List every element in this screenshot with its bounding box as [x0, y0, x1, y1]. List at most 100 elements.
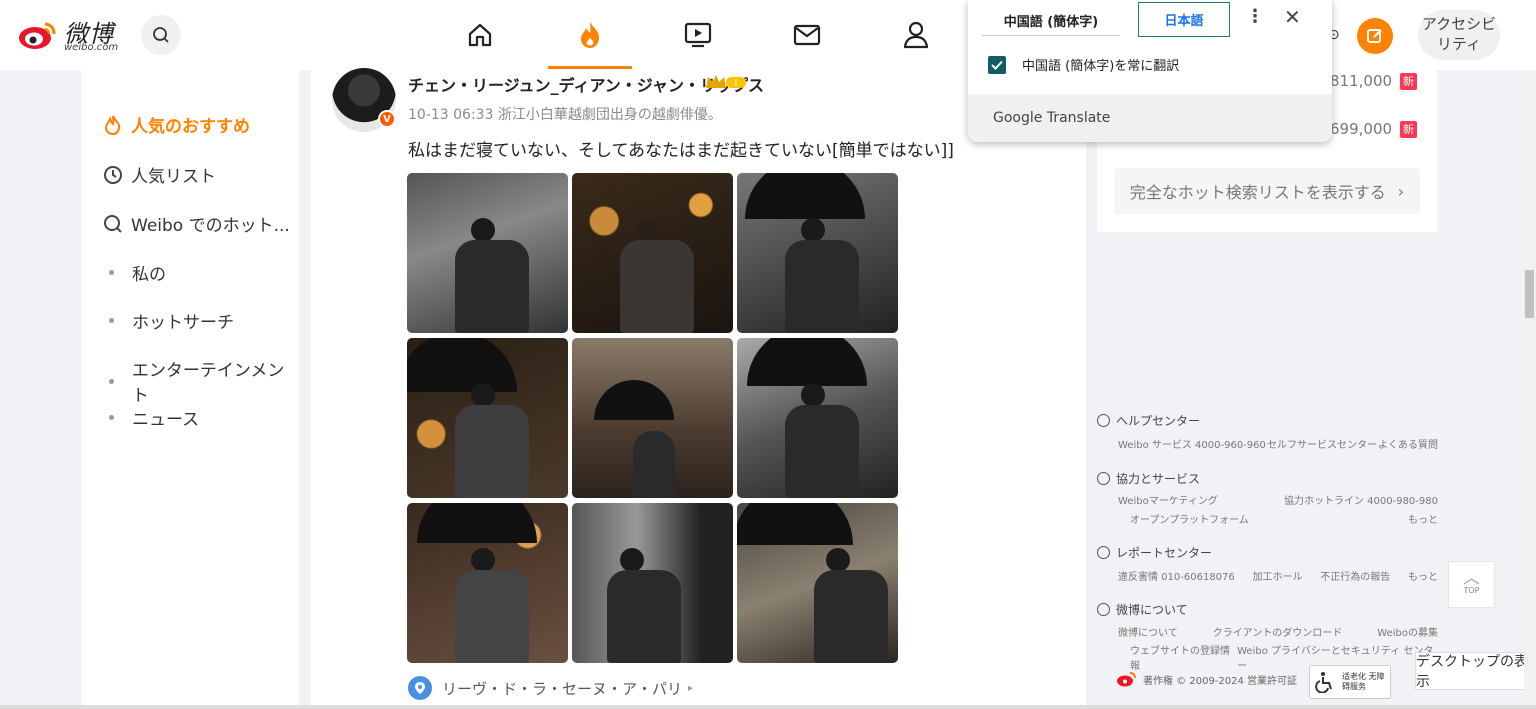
chevron-right-icon: › [1397, 181, 1405, 201]
elderly-accessibility-badge[interactable]: 适老化 无障碍服务 [1309, 665, 1391, 699]
hot-flame-icon [581, 22, 600, 48]
copyright-text: 著作権 © 2009-2024 営業許可証 [1143, 675, 1298, 687]
window-bottom-edge [0, 705, 1536, 709]
nav-active-indicator [548, 66, 632, 69]
translate-source-tab[interactable]: 中国語 (簡体字) [982, 6, 1120, 36]
footer-link[interactable]: 協力ホットライン 4000-980-980 [1284, 492, 1438, 507]
google-translate-brand: Google Translate [993, 110, 1111, 126]
alert-icon [1097, 546, 1110, 559]
translate-target-tab[interactable]: 日本語 [1138, 2, 1230, 37]
footer-link[interactable]: クライアントのダウンロード [1213, 624, 1343, 639]
accessibility-button[interactable]: アクセシビリティ [1418, 10, 1500, 60]
post-photo-2[interactable] [572, 173, 733, 333]
footer-link[interactable]: もっと [1408, 568, 1438, 583]
sidebar-item-entertainment[interactable]: エンターテインメント [103, 356, 299, 406]
profile-icon [903, 21, 929, 49]
feed-column: V チェン・リージュン_ディアン・ジャン・リップス I 10-13 06:33 … [311, 68, 1086, 709]
footer-about-heading[interactable]: 微博について [1097, 601, 1188, 618]
photo-grid [407, 173, 899, 665]
google-translate-popup: 中国語 (簡体字) 日本語 ⋮ ✕ 中国語 (簡体字)を常に翻訳 Google … [968, 0, 1332, 142]
post-text: 私はまだ寝ていない、そしてあなたはまだ起きていない[簡単ではない]] [408, 141, 954, 161]
nav-messages[interactable] [781, 13, 833, 57]
help-icon [1097, 414, 1110, 427]
post-photo-6[interactable] [737, 338, 898, 498]
post-photo-1[interactable] [407, 173, 568, 333]
footer-link[interactable]: 微博について [1118, 624, 1178, 639]
footer-link[interactable]: セルフサービスセンター [1267, 436, 1377, 451]
footer-links-row: オープンプラットフォーム もっと [1130, 511, 1438, 526]
footer-link[interactable]: ウェブサイトの登録情報 [1130, 642, 1237, 672]
nav-hot[interactable] [564, 13, 616, 57]
a11y-badge-label: 适老化 无障碍服务 [1342, 672, 1385, 691]
hot-search-row[interactable]: 811,000 新 [1330, 72, 1418, 90]
post-photo-9[interactable] [737, 503, 898, 663]
footer-heading-label: 協力とサービス [1116, 472, 1201, 486]
nav-profile[interactable] [890, 13, 942, 57]
footer-help-heading[interactable]: ヘルプセンター [1097, 412, 1200, 429]
footer-report-heading[interactable]: レポートセンター [1097, 544, 1212, 561]
back-to-top-button[interactable]: ︿ TOP [1448, 561, 1495, 608]
post-photo-7[interactable] [407, 503, 568, 663]
hot-search-row[interactable]: 699,000 新 [1330, 120, 1418, 138]
sidebar-item-recommend[interactable]: 人気のおすすめ [103, 112, 250, 137]
desktop-view-button[interactable]: デスクトップの表示 [1415, 652, 1536, 690]
post-photo-3[interactable] [737, 173, 898, 333]
footer-link[interactable]: 違反害情 010-60618076 [1118, 568, 1235, 583]
always-translate-checkbox[interactable] [988, 55, 1006, 74]
more-options-icon[interactable]: ⋮ [1246, 6, 1264, 32]
sidebar-item-mine[interactable]: 私の [103, 260, 166, 285]
footer-link[interactable]: 不正行為の報告 [1320, 568, 1390, 583]
flame-icon [104, 115, 121, 135]
bullet-dot [109, 378, 114, 384]
footer-link[interactable]: Weiboマーケティング [1118, 492, 1218, 507]
footer-link[interactable]: よくある質問 [1378, 436, 1438, 451]
vip-crown-icon: I [706, 75, 746, 89]
footer-links-row: 違反害情 010-60618076 加工ホール 不正行為の報告 もっと [1118, 568, 1438, 583]
weibo-logo[interactable]: 微博 weibo.com [18, 14, 130, 54]
new-badge: 新 [1400, 72, 1418, 90]
footer-link[interactable]: もっと [1408, 511, 1438, 526]
compose-button[interactable] [1357, 18, 1393, 54]
footer-cooperation-heading[interactable]: 協力とサービス [1097, 470, 1200, 487]
post-photo-5[interactable] [572, 338, 733, 498]
post-location[interactable]: リーヴ・ド・ラ・セーヌ・ア・パリ ▸ [408, 676, 693, 700]
weibo-domain-text: weibo.com [64, 42, 119, 53]
search-icon [153, 27, 169, 43]
sidebar-item-label: Weibo でのホット... [131, 216, 290, 236]
video-icon [684, 22, 712, 48]
sidebar-item-hot-search[interactable]: ホットサーチ [103, 308, 234, 333]
scrollbar-thumb[interactable] [1525, 270, 1534, 318]
sidebar-item-label: 人気リスト [131, 167, 216, 187]
checkmark-icon [991, 60, 1003, 70]
footer-links-row: 微博について クライアントのダウンロード Weiboの募集 [1118, 624, 1438, 639]
post-photo-8[interactable] [572, 503, 733, 663]
sidebar-item-news[interactable]: ニュース [103, 405, 199, 430]
full-hot-list-label: 完全なホット検索リストを表示する [1129, 183, 1386, 202]
footer-link[interactable]: 加工ホール [1253, 568, 1303, 583]
post-photo-4[interactable] [407, 338, 568, 498]
nav-video[interactable] [672, 13, 724, 57]
nav-home[interactable] [454, 13, 506, 57]
always-translate-option[interactable]: 中国語 (簡体字)を常に翻訳 [988, 55, 1179, 74]
full-hot-list-button[interactable]: 完全なホット検索リストを表示する › [1114, 168, 1420, 214]
google-translate-footer: Google Translate [968, 94, 1332, 142]
vertical-scrollbar[interactable] [1524, 70, 1536, 700]
footer-link[interactable]: Weiboの募集 [1377, 624, 1438, 639]
new-badge: 新 [1400, 120, 1418, 138]
bullet-dot [109, 318, 114, 323]
footer-link[interactable]: Weibo サービス 4000-960-960 [1118, 436, 1266, 451]
close-icon[interactable]: ✕ [1284, 5, 1301, 29]
hot-search-count: 699,000 [1330, 120, 1393, 138]
back-to-top-label: TOP [1463, 586, 1480, 595]
left-sidebar: 人気のおすすめ 人気リスト Weibo でのホット... 私の ホットサーチ エ… [81, 70, 299, 709]
wheelchair-icon [1315, 672, 1332, 693]
footer-link[interactable]: オープンプラットフォーム [1130, 511, 1249, 526]
bullet-dot [109, 270, 114, 275]
search-button[interactable] [141, 15, 181, 55]
footer-links-row: Weiboマーケティング 協力ホットライン 4000-980-980 [1118, 492, 1438, 507]
sidebar-item-weibo-hot[interactable]: Weibo でのホット... [103, 211, 290, 236]
bullet-dot [109, 415, 114, 420]
footer-heading-label: 微博について [1116, 603, 1188, 617]
edit-icon [1367, 29, 1382, 43]
sidebar-item-ranking[interactable]: 人気リスト [103, 162, 216, 187]
